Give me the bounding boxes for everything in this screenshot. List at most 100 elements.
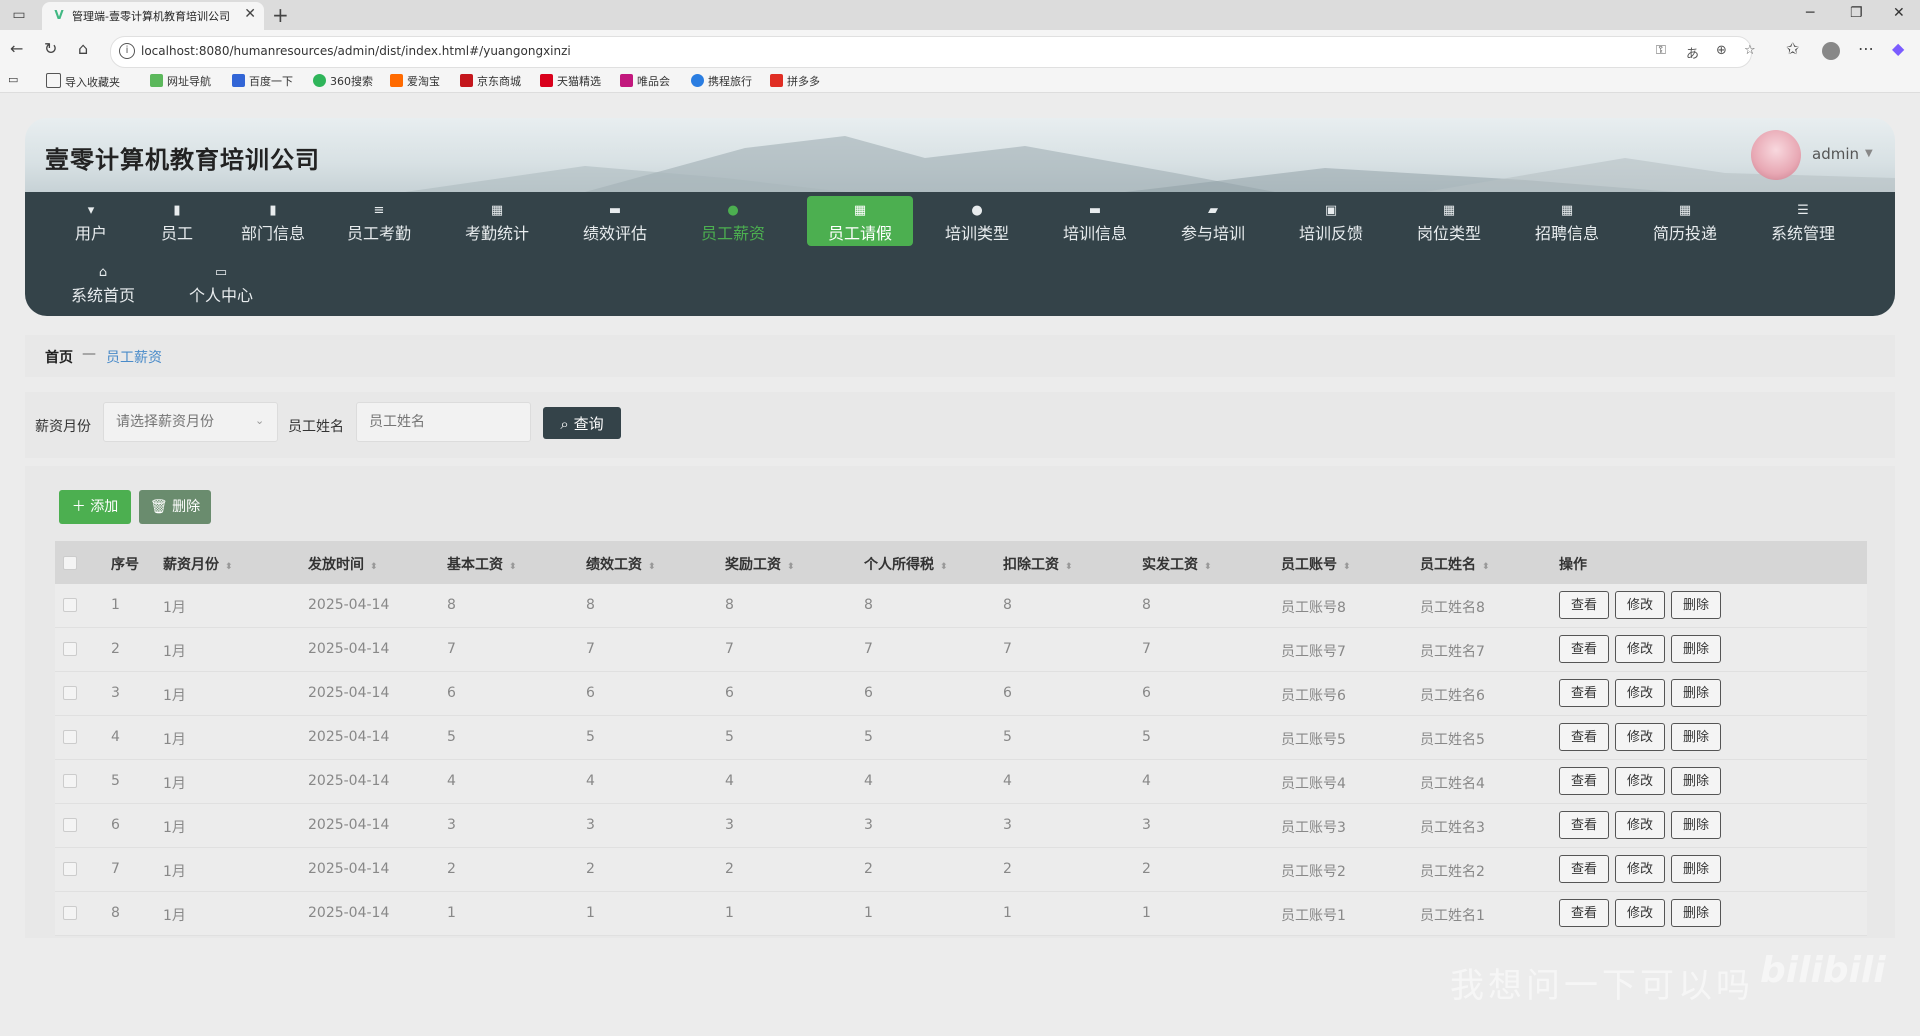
view-button[interactable]: 查看	[1559, 591, 1609, 619]
name-input[interactable]	[356, 402, 531, 442]
delete-button[interactable]: 删除	[1671, 767, 1721, 795]
bookmark-taobao[interactable]: 爱淘宝	[390, 73, 440, 89]
browser-tab[interactable]: V 管理端-壹零计算机教育培训公司 ✕	[42, 2, 264, 30]
avatar[interactable]	[1751, 130, 1801, 180]
key-icon[interactable]: ⚿	[1656, 43, 1666, 58]
nav-item-training-info[interactable]: ▬ 培训信息	[1045, 196, 1145, 246]
bookmark-pdd[interactable]: 拼多多	[770, 73, 820, 89]
col-month[interactable]: 薪资月份 ⬍	[163, 554, 233, 574]
nav-item-user[interactable]: ▾ 用户	[51, 196, 131, 246]
view-button[interactable]: 查看	[1559, 855, 1609, 883]
edit-button[interactable]: 修改	[1615, 811, 1665, 839]
col-pay-date[interactable]: 发放时间 ⬍	[308, 554, 378, 574]
nav-item-resume[interactable]: ▦ 简历投递	[1635, 196, 1735, 246]
row-checkbox[interactable]	[63, 686, 77, 700]
col-name[interactable]: 员工姓名 ⬍	[1420, 554, 1490, 574]
restore-icon[interactable]: ❐	[1850, 5, 1863, 21]
site-info-icon[interactable]: i	[119, 43, 135, 59]
nav-item-attendance[interactable]: ≡ 员工考勤	[329, 196, 429, 246]
bookmark-tmall[interactable]: 天猫精选	[540, 73, 601, 89]
col-bonus[interactable]: 奖励工资 ⬍	[725, 554, 795, 574]
nav-item-position-type[interactable]: ▦ 岗位类型	[1399, 196, 1499, 246]
delete-button[interactable]: 删除	[1671, 679, 1721, 707]
nav-item-department[interactable]: ▮ 部门信息	[223, 196, 323, 246]
col-base-salary[interactable]: 基本工资 ⬍	[447, 554, 517, 574]
row-checkbox[interactable]	[63, 818, 77, 832]
month-select[interactable]	[103, 402, 278, 442]
nav-item-employee[interactable]: ▮ 员工	[137, 196, 217, 246]
delete-button[interactable]: 删除	[1671, 591, 1721, 619]
close-window-icon[interactable]: ✕	[1893, 5, 1905, 21]
nav-item-attendance-stats[interactable]: ▦ 考勤统计	[447, 196, 547, 246]
row-checkbox[interactable]	[63, 642, 77, 656]
delete-button[interactable]: 删除	[1671, 855, 1721, 883]
query-button[interactable]: ⌕ 查询	[543, 407, 621, 439]
url-field[interactable]: i localhost:8080/humanresources/admin/di…	[110, 36, 1756, 68]
bookmark-360[interactable]: 360搜索	[313, 73, 373, 89]
back-icon[interactable]: ←	[10, 39, 23, 58]
translate-icon[interactable]: あ	[1686, 43, 1699, 62]
bookmark-vip[interactable]: 唯品会	[620, 73, 670, 89]
row-checkbox[interactable]	[63, 730, 77, 744]
edit-button[interactable]: 修改	[1615, 899, 1665, 927]
home-icon[interactable]: ⌂	[78, 39, 88, 58]
bookmark-nav[interactable]: 网址导航	[150, 73, 211, 89]
col-performance-pay[interactable]: 绩效工资 ⬍	[586, 554, 656, 574]
bookmark-ctrip[interactable]: 携程旅行	[691, 73, 752, 89]
user-name[interactable]: admin	[1812, 145, 1859, 163]
row-checkbox[interactable]	[63, 598, 77, 612]
bookmark-jd[interactable]: 京东商城	[460, 73, 521, 89]
edit-button[interactable]: 修改	[1615, 767, 1665, 795]
view-button[interactable]: 查看	[1559, 679, 1609, 707]
delete-button[interactable]: 删除	[1671, 811, 1721, 839]
nav-item-recruitment[interactable]: ▦ 招聘信息	[1517, 196, 1617, 246]
col-deduction[interactable]: 扣除工资 ⬍	[1003, 554, 1073, 574]
bookmark-import[interactable]: 导入收藏夹	[46, 73, 120, 90]
nav-item-training-feedback[interactable]: ▣ 培训反馈	[1281, 196, 1381, 246]
edit-button[interactable]: 修改	[1615, 723, 1665, 751]
edit-button[interactable]: 修改	[1615, 855, 1665, 883]
new-tab-icon[interactable]: +	[272, 3, 289, 27]
select-all-checkbox[interactable]	[63, 556, 77, 570]
nav-item-training-type[interactable]: ● 培训类型	[927, 196, 1027, 246]
col-account[interactable]: 员工账号 ⬍	[1281, 554, 1351, 574]
row-checkbox[interactable]	[63, 906, 77, 920]
edit-button[interactable]: 修改	[1615, 591, 1665, 619]
nav-item-join-training[interactable]: ▰ 参与培训	[1163, 196, 1263, 246]
view-button[interactable]: 查看	[1559, 635, 1609, 663]
nav-item-salary[interactable]: ● 员工薪资	[683, 196, 783, 246]
zoom-icon[interactable]: ⊕	[1716, 43, 1727, 58]
nav-item-home[interactable]: ⌂ 系统首页	[53, 258, 153, 308]
more-icon[interactable]: ⋯	[1858, 39, 1874, 58]
nav-item-profile[interactable]: ▭ 个人中心	[171, 258, 271, 308]
copilot-icon[interactable]: ◆	[1892, 39, 1904, 58]
col-net-pay[interactable]: 实发工资 ⬍	[1142, 554, 1212, 574]
edit-button[interactable]: 修改	[1615, 679, 1665, 707]
profile-avatar-icon[interactable]	[1822, 42, 1840, 60]
nav-item-performance[interactable]: ▬ 绩效评估	[565, 196, 665, 246]
add-button[interactable]: ＋ 添加	[59, 490, 131, 524]
bookmark-baidu[interactable]: 百度一下	[232, 73, 293, 89]
tab-close-icon[interactable]: ✕	[244, 6, 256, 22]
nav-item-system[interactable]: ☰ 系统管理	[1753, 196, 1853, 246]
view-button[interactable]: 查看	[1559, 899, 1609, 927]
view-button[interactable]: 查看	[1559, 811, 1609, 839]
row-checkbox[interactable]	[63, 774, 77, 788]
view-button[interactable]: 查看	[1559, 723, 1609, 751]
favorite-star-icon[interactable]: ☆	[1744, 43, 1756, 58]
delete-button[interactable]: 删除	[1671, 635, 1721, 663]
user-dropdown-icon[interactable]: ▼	[1865, 148, 1873, 159]
bookmarks-menu-icon[interactable]: ▭	[8, 73, 18, 86]
edit-button[interactable]: 修改	[1615, 635, 1665, 663]
sidebar-toggle-icon[interactable]: ▭	[8, 4, 30, 26]
breadcrumb-home[interactable]: 首页	[45, 347, 73, 367]
row-checkbox[interactable]	[63, 862, 77, 876]
batch-delete-button[interactable]: 🗑 删除	[139, 490, 211, 524]
reload-icon[interactable]: ↻	[44, 39, 57, 58]
minimize-icon[interactable]: ─	[1806, 5, 1814, 21]
delete-button[interactable]: 删除	[1671, 723, 1721, 751]
delete-button[interactable]: 删除	[1671, 899, 1721, 927]
col-income-tax[interactable]: 个人所得税 ⬍	[864, 554, 948, 574]
favorites-icon[interactable]: ✩	[1786, 39, 1799, 58]
nav-item-leave[interactable]: ▦ 员工请假	[807, 196, 913, 246]
